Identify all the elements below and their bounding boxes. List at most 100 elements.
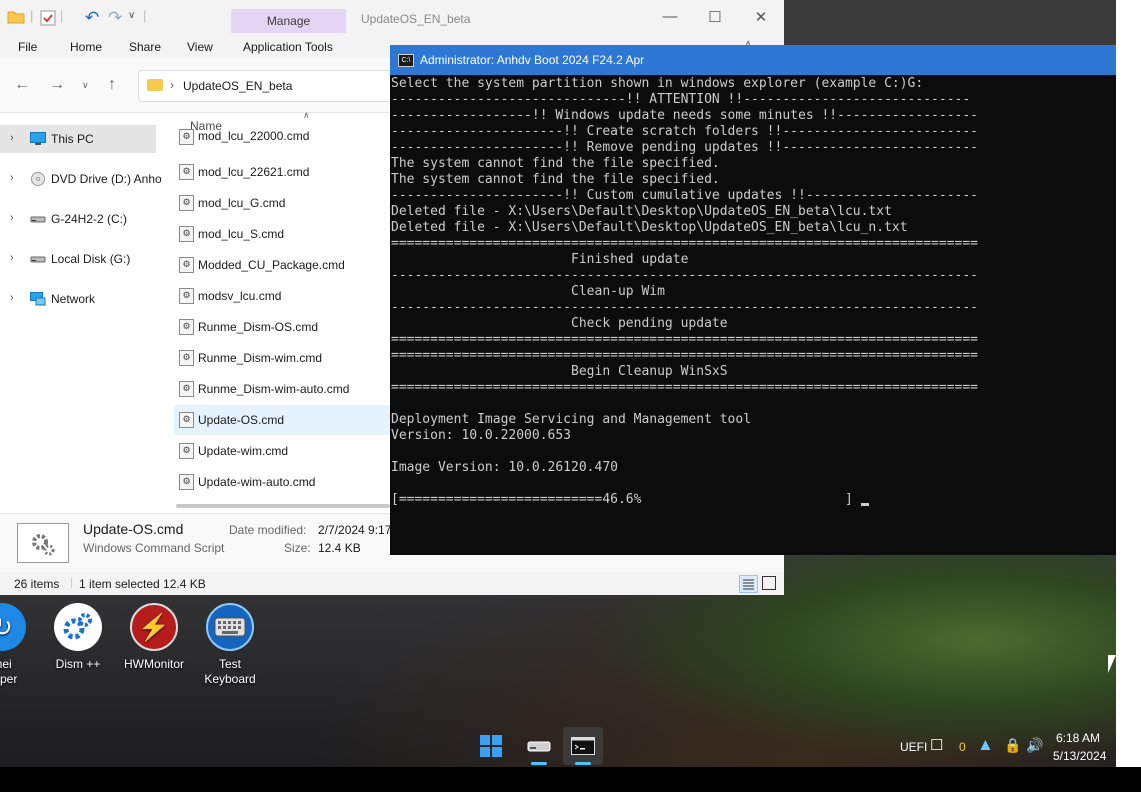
close-icon[interactable]: ✕ (746, 8, 776, 28)
file-item[interactable]: ⚙ Modded_CU_Package.cmd (174, 250, 390, 280)
clock-time[interactable]: 6:18 AM (1056, 731, 1100, 745)
menu-file[interactable]: File (18, 40, 37, 54)
folder-icon[interactable] (7, 10, 25, 27)
sidebar-item-c-drive[interactable]: › G-24H2-2 (C:) (0, 205, 156, 233)
mouse-cursor (1108, 655, 1116, 673)
breadcrumb-chevron-icon: › (170, 78, 174, 92)
up-icon[interactable]: ↑ (108, 76, 116, 94)
chevron-down-icon[interactable]: ∨ (82, 80, 89, 91)
chevron-right-icon[interactable]: › (10, 252, 14, 264)
file-item[interactable]: ⚙ Update-wim-auto.cmd (174, 467, 390, 497)
taskbar-command-prompt[interactable] (563, 727, 603, 765)
desktop-icon-dism[interactable]: Dism ++ (40, 603, 116, 672)
bolt-icon: ⚡ (130, 603, 178, 651)
chevron-right-icon[interactable]: › (10, 172, 14, 184)
desktop-icon-label: Dism ++ (55, 657, 101, 671)
chevron-right-icon[interactable]: › (10, 212, 14, 224)
address-bar[interactable]: › UpdateOS_EN_beta (138, 70, 400, 102)
script-file-icon: ⚙ (179, 381, 194, 397)
console-line: ========================================… (391, 332, 978, 347)
script-file-icon: ⚙ (179, 164, 194, 180)
menu-view[interactable]: View (187, 40, 213, 54)
details-filename: Update-OS.cmd (83, 521, 184, 537)
taskbar-file-explorer[interactable] (519, 727, 559, 765)
back-icon[interactable]: ← (14, 76, 30, 94)
desktop-background (784, 0, 1116, 45)
desktop-icon-test-keyboard[interactable]: Test Keyboard (192, 603, 268, 687)
clock-date[interactable]: 5/13/2024 (1053, 749, 1106, 763)
cmd-titlebar[interactable]: C:\ Administrator: Anhdv Boot 2024 F24.2… (390, 45, 1116, 75)
file-name: Runme_Dism-wim-auto.cmd (198, 382, 350, 396)
minimize-icon[interactable]: — (655, 8, 685, 28)
status-item-count: 26 items (14, 577, 60, 591)
large-icons-view-icon[interactable] (762, 576, 776, 590)
console-line: The system cannot find the file specifie… (391, 156, 720, 171)
file-item[interactable]: ⚙ modsv_lcu.cmd (174, 281, 390, 311)
file-item[interactable]: ⚙ Update-wim.cmd (174, 436, 390, 466)
horizontal-scrollbar[interactable] (176, 504, 390, 508)
forward-icon[interactable]: → (49, 76, 65, 94)
desktop-icon-hwmonitor[interactable]: ⚡ HWMonitor (116, 603, 192, 672)
sidebar-item-network[interactable]: › Network (0, 285, 156, 313)
console-line: ========================================… (391, 380, 978, 395)
console-line: Version: 10.0.22000.653 (391, 428, 572, 443)
menu-home[interactable]: Home (70, 40, 102, 54)
console-line: ----------------------!! Create scratch … (391, 124, 978, 139)
file-item[interactable]: ⚙ mod_lcu_S.cmd (174, 219, 390, 249)
file-item[interactable]: ⚙ Runme_Dism-wim.cmd (174, 343, 390, 373)
text-cursor (860, 503, 869, 506)
manage-tab[interactable]: Manage (231, 9, 346, 33)
undo-icon[interactable]: ↶ (85, 8, 99, 28)
redo-icon[interactable]: ↷ (108, 8, 122, 28)
maximize-icon[interactable]: ☐ (700, 8, 730, 28)
console-line: The system cannot find the file specifie… (391, 172, 720, 187)
separator: | (143, 8, 147, 23)
window-title: UpdateOS_EN_beta (361, 12, 471, 26)
app-tray-icon[interactable]: ▲ (977, 735, 994, 755)
file-name: modsv_lcu.cmd (198, 289, 282, 303)
console-line: Deployment Image Servicing and Managemen… (391, 412, 752, 427)
explorer-titlebar: | | ↶ ↷ ∨ | Manage UpdateOS_EN_beta — ☐ … (0, 0, 784, 36)
separator: | (60, 8, 64, 23)
sidebar-item-label: G-24H2-2 (C:) (51, 212, 128, 226)
file-item[interactable]: ⚙ mod_lcu_G.cmd (174, 188, 390, 218)
progress-line: [==========================46.6% ] (391, 492, 861, 507)
script-file-icon: ⚙ (179, 257, 194, 273)
file-item[interactable]: ⚙ Runme_Dism-OS.cmd (174, 312, 390, 342)
check-icon[interactable] (40, 10, 56, 29)
script-file-icon: ⚙ (179, 195, 194, 211)
menu-application-tools[interactable]: Application Tools (243, 40, 333, 54)
lock-icon[interactable]: 🔒 (1004, 737, 1021, 754)
menu-share[interactable]: Share (129, 40, 161, 54)
chevron-down-icon[interactable]: ∨ (128, 10, 135, 21)
folder-icon (147, 79, 163, 91)
address-text: UpdateOS_EN_beta (183, 79, 293, 93)
script-file-icon: ⚙ (179, 474, 194, 490)
sidebar-item-dvd-drive[interactable]: › DVD Drive (D:) Anho (0, 165, 162, 193)
details-filetype: Windows Command Script (83, 541, 225, 555)
dvd-icon (30, 172, 46, 186)
file-item[interactable]: ⚙ Runme_Dism-wim-auto.cmd (174, 374, 390, 404)
chevron-right-icon[interactable]: › (10, 132, 14, 144)
start-button[interactable] (471, 727, 511, 765)
monitor-help-icon[interactable]: ☐ (930, 736, 943, 754)
screen-edge (1116, 0, 1141, 792)
file-name: mod_lcu_22621.cmd (198, 165, 310, 179)
sidebar-item-this-pc[interactable]: › This PC (0, 125, 156, 153)
details-view-icon[interactable] (739, 575, 758, 593)
file-name: mod_lcu_22000.cmd (198, 129, 310, 143)
chevron-right-icon[interactable]: › (10, 292, 14, 304)
file-item[interactable]: ⚙ mod_lcu_22621.cmd (174, 157, 390, 187)
console-line: Image Version: 10.0.26120.470 (391, 460, 618, 475)
console-line: ----------------------!! Custom cumulati… (391, 188, 978, 203)
tray-badge[interactable]: 0 (959, 740, 966, 754)
file-name: Update-wim.cmd (198, 444, 289, 458)
file-item-selected[interactable]: ⚙ Update-OS.cmd (174, 405, 390, 435)
console-line: ------------------------------!! ATTENTI… (391, 92, 971, 107)
sidebar-item-g-drive[interactable]: › Local Disk (G:) (0, 245, 156, 273)
file-item[interactable]: ⚙ mod_lcu_22000.cmd (174, 127, 390, 152)
desktop-icon-sync[interactable]: ↻ mei upper (0, 603, 40, 687)
console-output[interactable]: Select the system partition shown in win… (391, 76, 1116, 508)
command-prompt-window[interactable]: C:\ Administrator: Anhdv Boot 2024 F24.2… (390, 45, 1116, 555)
volume-icon[interactable]: 🔊 (1026, 737, 1043, 754)
